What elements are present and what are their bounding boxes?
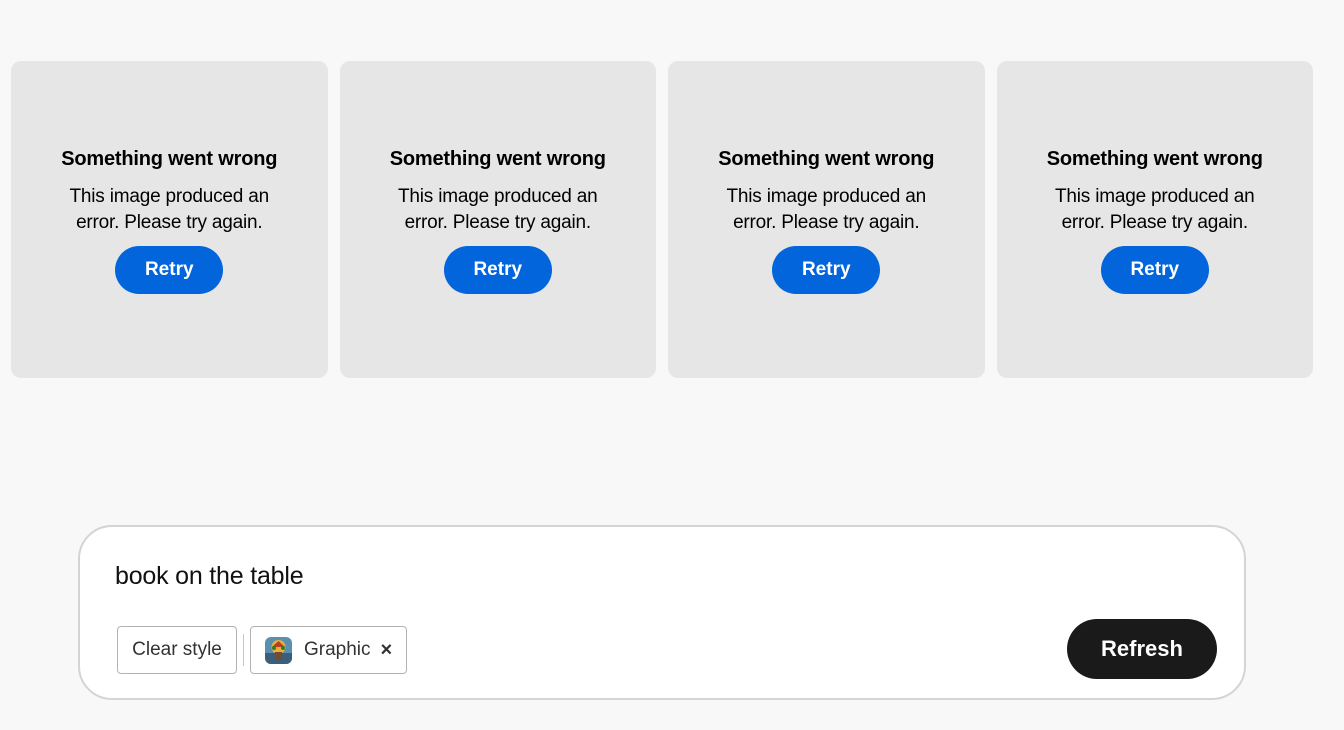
graphic-style-thumbnail-icon [265,636,292,664]
retry-button[interactable]: Retry [772,246,881,294]
error-message: This image produced an error. Please try… [726,186,927,233]
error-title: Something went wrong [1046,148,1263,170]
retry-button[interactable]: Retry [1100,246,1209,294]
divider [243,634,244,666]
error-message: This image produced an error. Please try… [1055,186,1255,233]
error-message: This image produced an error. Please try… [398,186,598,233]
error-title: Something went wrong [61,148,278,170]
result-grid: Something went wrong This image produced… [11,61,1313,378]
refresh-button[interactable]: Refresh [1067,619,1217,679]
error-card: Something went wrong This image produced… [996,61,1313,378]
retry-button[interactable]: Retry [443,246,552,294]
prompt-panel: book on the table Clear style Graphic × … [78,525,1246,700]
error-title: Something went wrong [389,148,606,170]
error-card: Something went wrong This image produced… [668,61,985,378]
prompt-input[interactable]: book on the table [115,561,304,591]
style-chip-label: Graphic [304,639,371,660]
close-icon[interactable]: × [381,640,393,660]
retry-button[interactable]: Retry [115,246,224,294]
error-card: Something went wrong This image produced… [339,61,656,378]
error-message: This image produced an error. Please try… [69,186,270,233]
error-title: Something went wrong [718,148,935,170]
error-card: Something went wrong This image produced… [11,61,328,378]
clear-style-button[interactable]: Clear style [117,626,237,674]
style-chip-graphic[interactable]: Graphic × [250,626,407,674]
